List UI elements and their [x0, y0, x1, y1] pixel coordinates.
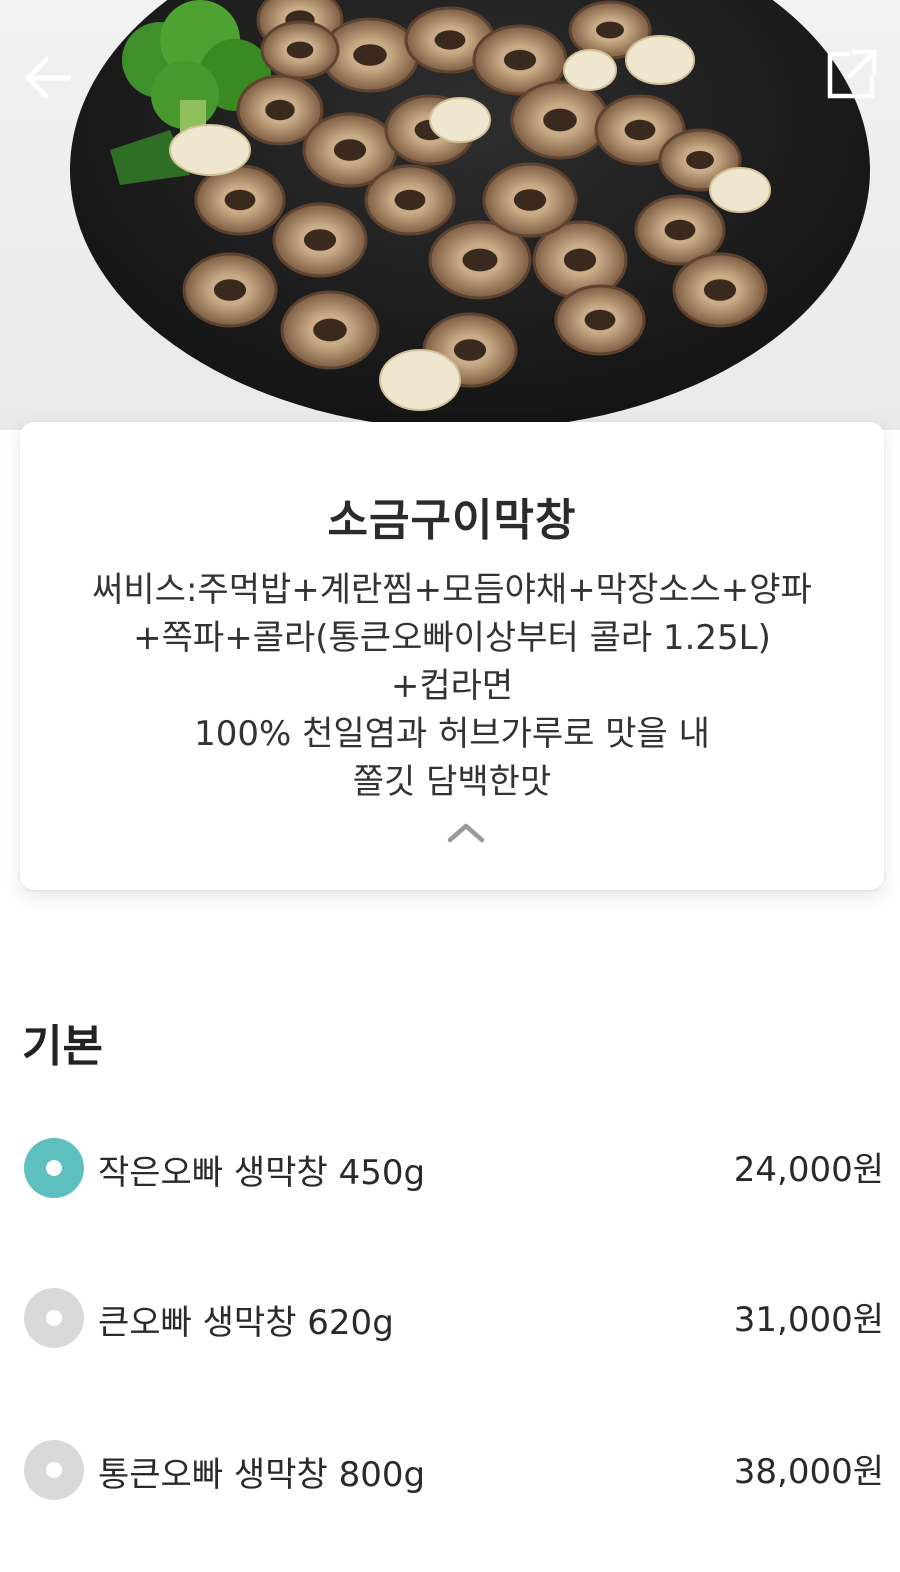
option-price: 31,000원: [733, 1300, 884, 1340]
option-price: 38,000원: [733, 1452, 884, 1492]
option-item-big[interactable]: 큰오빠 생막창 620g 31,000원: [0, 1268, 900, 1368]
radio-unselected-icon[interactable]: [24, 1288, 84, 1348]
description-line: +쪽파+콜라(통큰오빠이상부터 콜라 1.25L): [133, 618, 771, 658]
collapse-description-button[interactable]: [436, 812, 496, 852]
option-price: 24,000원: [733, 1150, 884, 1190]
hero-food-image: [0, 0, 900, 430]
grilled-makchang-photo: [70, 0, 870, 430]
option-section-title: 기본: [22, 1021, 103, 1072]
description-line: 100% 천일염과 허브가루로 맛을 내: [194, 714, 710, 754]
chevron-up-icon: [447, 823, 485, 843]
description-line: +컵라면: [390, 666, 514, 706]
option-item-extra-big[interactable]: 통큰오빠 생막창 800g 38,000원: [0, 1420, 900, 1520]
option-label: 작은오빠 생막창 450g: [98, 1153, 426, 1193]
option-item-small[interactable]: 작은오빠 생막창 450g 24,000원: [0, 1118, 900, 1218]
share-button[interactable]: [824, 46, 880, 102]
external-link-icon: [827, 48, 878, 99]
option-label: 통큰오빠 생막창 800g: [98, 1455, 426, 1495]
product-info-card: 소금구이막창 써비스:주먹밥+계란찜+모듬야채+막장소스+양파 +쪽파+콜라(통…: [20, 422, 884, 890]
product-title: 소금구이막창: [327, 495, 577, 546]
option-label: 큰오빠 생막창 620g: [98, 1303, 394, 1343]
product-description: 써비스:주먹밥+계란찜+모듬야채+막장소스+양파 +쪽파+콜라(통큰오빠이상부터…: [20, 566, 884, 806]
radio-unselected-icon[interactable]: [24, 1440, 84, 1500]
back-button[interactable]: [22, 52, 74, 104]
radio-selected-icon[interactable]: [24, 1138, 84, 1198]
arrow-left-icon: [25, 57, 71, 99]
description-line: 써비스:주먹밥+계란찜+모듬야채+막장소스+양파: [92, 570, 812, 610]
description-line: 쫄깃 담백한맛: [352, 762, 552, 802]
